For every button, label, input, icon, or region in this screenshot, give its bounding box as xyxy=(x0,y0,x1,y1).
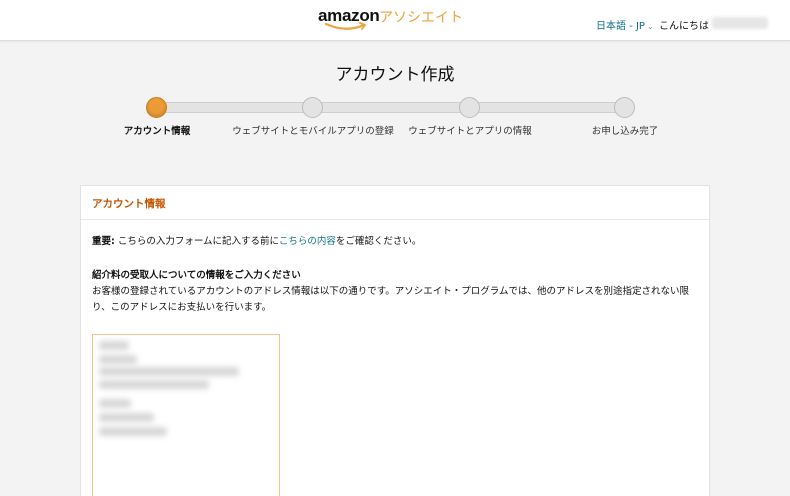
step-2-label: ウェブサイトとモバイルアプリの登録 xyxy=(232,126,394,137)
progress-track xyxy=(156,102,626,113)
greeting-text: こんにちは xyxy=(659,21,709,32)
redacted-line xyxy=(99,367,239,376)
language-selector[interactable]: 日本語 - JP ⌄ xyxy=(596,17,654,32)
redacted-line xyxy=(99,413,154,422)
card-heading: アカウント情報 xyxy=(81,186,709,220)
redacted-line xyxy=(99,427,167,436)
notice-link[interactable]: こちらの内容 xyxy=(279,236,336,247)
smile-arrow-icon xyxy=(324,22,367,30)
redacted-line xyxy=(99,399,131,408)
language-label: 日本語 - JP xyxy=(596,21,645,32)
payee-description: お客様の登録されているアカウントのアドレス情報は以下の通りです。アソシエイト・プ… xyxy=(92,286,689,313)
step-3-label: ウェブサイトとアプリの情報 xyxy=(408,126,532,137)
redacted-line xyxy=(99,341,129,350)
account-info-card: アカウント情報 重要: こちらの入力フォームに記入する前にこちらの内容をご確認く… xyxy=(80,185,710,496)
chevron-down-icon: ⌄ xyxy=(646,22,654,31)
page-title: アカウント作成 xyxy=(335,65,455,85)
notice-text: こちらの入力フォームに記入する前に xyxy=(114,236,279,247)
step-4-label: お申し込み完了 xyxy=(591,126,659,137)
notice-tail: をご確認ください。 xyxy=(335,236,422,247)
address-box-redacted xyxy=(92,334,280,496)
redacted-line xyxy=(99,355,137,364)
step-2-indicator xyxy=(302,97,323,118)
step-1-indicator xyxy=(146,97,167,118)
top-header: amazon アソシエイト 日本語 - JP ⌄ こんにちは xyxy=(0,0,790,41)
payee-heading: 紹介料の受取人についての情報をご入力ください xyxy=(92,270,301,281)
logo-associates-text: アソシエイト xyxy=(379,10,463,26)
notice-bold-label: 重要: xyxy=(92,236,115,247)
username-redacted xyxy=(712,17,768,29)
redacted-line xyxy=(99,380,209,389)
step-4-indicator xyxy=(614,97,635,118)
important-notice: 重要: こちらの入力フォームに記入する前にこちらの内容をご確認ください。 xyxy=(92,233,421,247)
step-1-label: アカウント情報 xyxy=(123,126,191,137)
step-3-indicator xyxy=(459,97,480,118)
